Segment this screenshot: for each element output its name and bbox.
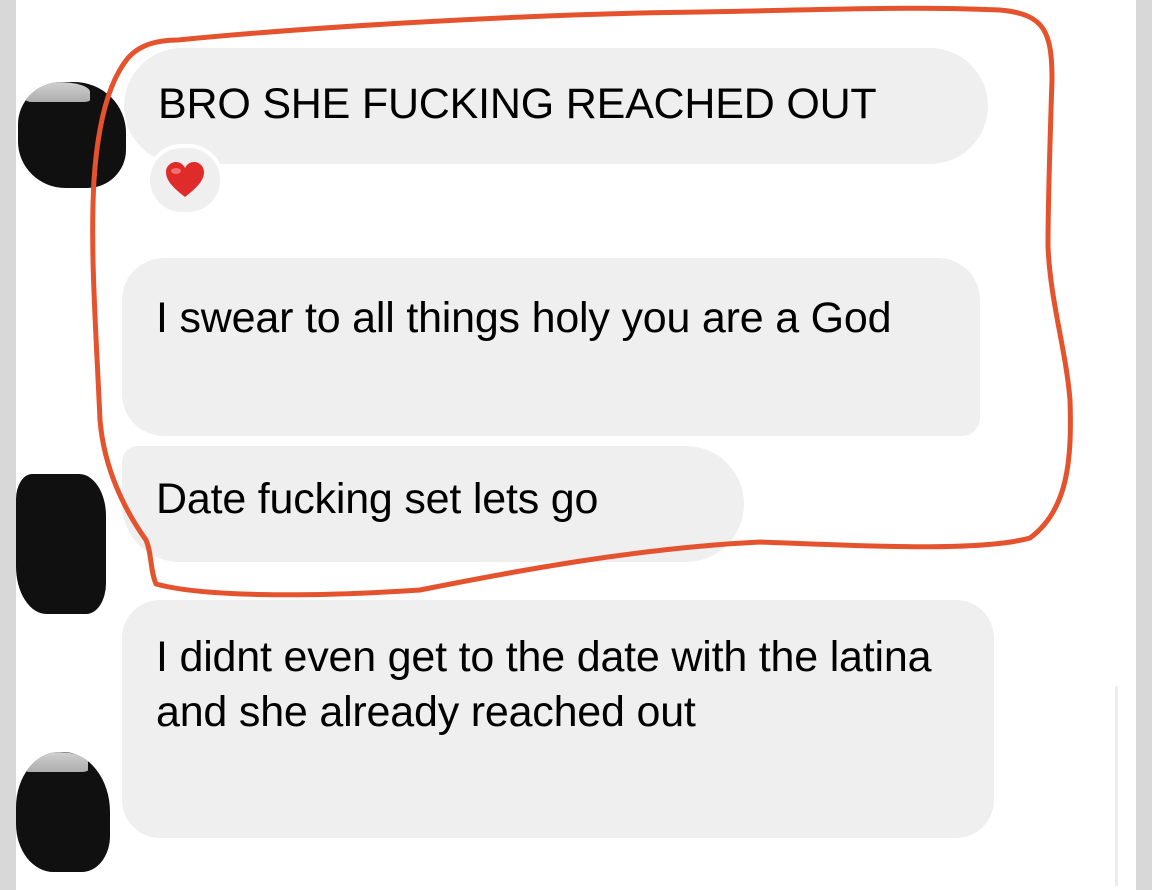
message-text: BRO SHE FUCKING REACHED OUT (158, 80, 877, 128)
avatar-image (24, 752, 88, 772)
message-bubble[interactable]: I didnt even get to the date with the la… (122, 600, 994, 838)
message-text: I swear to all things holy you are a God (156, 294, 892, 342)
avatar-image (26, 82, 90, 102)
message-reaction[interactable] (146, 144, 224, 216)
message-text: Date fucking set lets go (156, 475, 599, 523)
scrollbar[interactable] (1115, 686, 1118, 886)
avatar[interactable] (16, 474, 106, 614)
avatar[interactable] (18, 82, 126, 188)
avatar[interactable] (16, 752, 110, 872)
message-bubble[interactable]: BRO SHE FUCKING REACHED OUT (124, 48, 988, 164)
message-bubble[interactable]: I swear to all things holy you are a God (122, 258, 980, 436)
message-bubble[interactable]: Date fucking set lets go (122, 446, 744, 562)
message-text: I didnt even get to the date with the la… (156, 633, 932, 736)
heart-emoji-icon (166, 162, 204, 197)
